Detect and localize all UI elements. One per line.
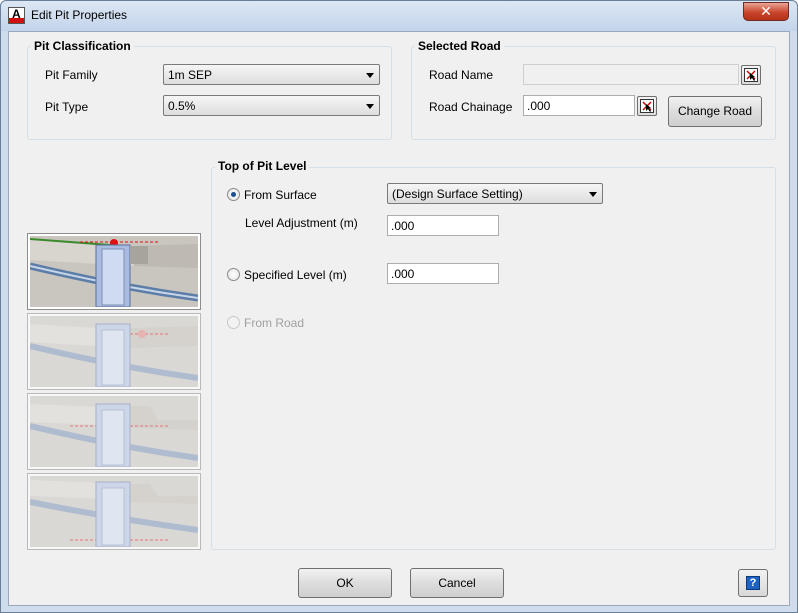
dialog-window: A Edit Pit Properties ✕ Pit Classificati…: [0, 0, 798, 613]
app-icon: A: [8, 7, 25, 24]
pit-classification-title: Pit Classification: [31, 39, 134, 53]
pit-diagram-invert-level[interactable]: [27, 473, 201, 550]
title-bar[interactable]: A Edit Pit Properties ✕: [1, 1, 797, 31]
from-road-radio: [227, 316, 240, 329]
pit-diagram-specified-level[interactable]: [27, 313, 201, 390]
selected-road-title: Selected Road: [415, 39, 504, 53]
specified-level-field[interactable]: .000: [387, 263, 499, 284]
road-chainage-label: Road Chainage: [429, 100, 513, 114]
level-adjustment-label: Level Adjustment (m): [245, 216, 358, 230]
ok-button[interactable]: OK: [298, 568, 392, 598]
pick-icon: [744, 68, 758, 82]
pit-type-dropdown[interactable]: 0.5%: [163, 95, 380, 116]
pit-diagram-from-road[interactable]: [27, 393, 201, 470]
road-chainage-field[interactable]: .000: [523, 95, 635, 116]
specified-level-label[interactable]: Specified Level (m): [244, 268, 347, 282]
from-surface-label[interactable]: From Surface: [244, 188, 317, 202]
pick-road-name-button[interactable]: [741, 65, 761, 85]
pit-family-value: 1m SEP: [168, 68, 213, 82]
specified-level-radio[interactable]: [227, 268, 240, 281]
pit-classification-group: [27, 46, 392, 140]
road-name-field: [523, 64, 739, 85]
chevron-down-icon: [589, 192, 597, 197]
help-icon: ?: [746, 576, 760, 590]
dialog-body: Pit Classification Pit Family 1m SEP Pit…: [8, 31, 790, 606]
help-button[interactable]: ?: [738, 569, 768, 597]
surface-dropdown[interactable]: (Design Surface Setting): [387, 183, 603, 204]
chevron-down-icon: [366, 104, 374, 109]
from-surface-radio[interactable]: [227, 188, 240, 201]
road-name-label: Road Name: [429, 68, 494, 82]
from-road-label: From Road: [244, 316, 305, 330]
cancel-button[interactable]: Cancel: [410, 568, 504, 598]
pit-family-dropdown[interactable]: 1m SEP: [163, 64, 380, 85]
pit-type-label: Pit Type: [45, 100, 89, 114]
chevron-down-icon: [366, 73, 374, 78]
pit-type-value: 0.5%: [168, 99, 196, 113]
window-title: Edit Pit Properties: [31, 8, 128, 22]
top-of-pit-title: Top of Pit Level: [215, 159, 310, 173]
pit-family-label: Pit Family: [45, 68, 98, 82]
level-adjustment-field[interactable]: .000: [387, 215, 499, 236]
pit-diagram-from-surface[interactable]: [27, 233, 201, 310]
close-button[interactable]: ✕: [743, 2, 789, 21]
pick-icon: [640, 99, 654, 113]
change-road-button[interactable]: Change Road: [668, 96, 762, 127]
surface-value: (Design Surface Setting): [392, 187, 523, 201]
pick-road-chainage-button[interactable]: [637, 96, 657, 116]
